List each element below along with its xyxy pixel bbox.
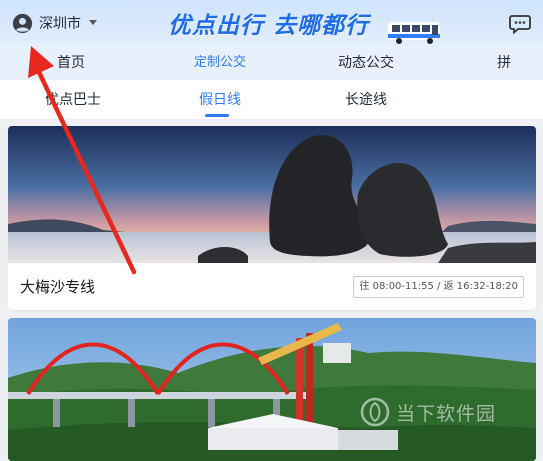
route-card[interactable]: 大梅沙专线 往 08:00-11:55 / 返 16:32-18:20 (8, 126, 536, 310)
seaside-rock-photo (8, 126, 536, 263)
city-name[interactable]: 深圳市 (39, 13, 81, 33)
tab-custom-bus[interactable]: 定制公交 (194, 46, 246, 80)
route-card[interactable] (8, 318, 536, 461)
subtab-long-distance-line[interactable]: 长途线 (345, 80, 387, 120)
app-header: 深圳市 优点出行 去哪都行 (0, 0, 543, 46)
active-tab-indicator (205, 114, 229, 117)
route-title[interactable]: 大梅沙专线 (20, 276, 95, 297)
main-tab-bar: 首页 定制公交 动态公交 拼 (0, 46, 543, 80)
caret-down-icon[interactable] (89, 20, 97, 26)
route-schedule-badge: 往 08:00-11:55 / 返 16:32-18:20 (353, 276, 524, 298)
bridge-park-photo (8, 318, 536, 461)
app-slogan: 优点出行 去哪都行 (168, 13, 370, 39)
tab-carpool[interactable]: 拼 (497, 46, 511, 80)
chat-bubble-icon[interactable] (509, 14, 531, 34)
user-circle-icon[interactable] (12, 13, 33, 34)
sub-tab-bar: 优点巴士 假日线 长途线 (0, 80, 543, 120)
bus-illustration (388, 22, 440, 44)
tab-home[interactable]: 首页 (57, 46, 85, 80)
tab-dynamic-bus[interactable]: 动态公交 (338, 46, 394, 80)
city-selector[interactable]: 深圳市 (12, 12, 97, 34)
subtab-youdian-bus[interactable]: 优点巴士 (45, 80, 101, 120)
